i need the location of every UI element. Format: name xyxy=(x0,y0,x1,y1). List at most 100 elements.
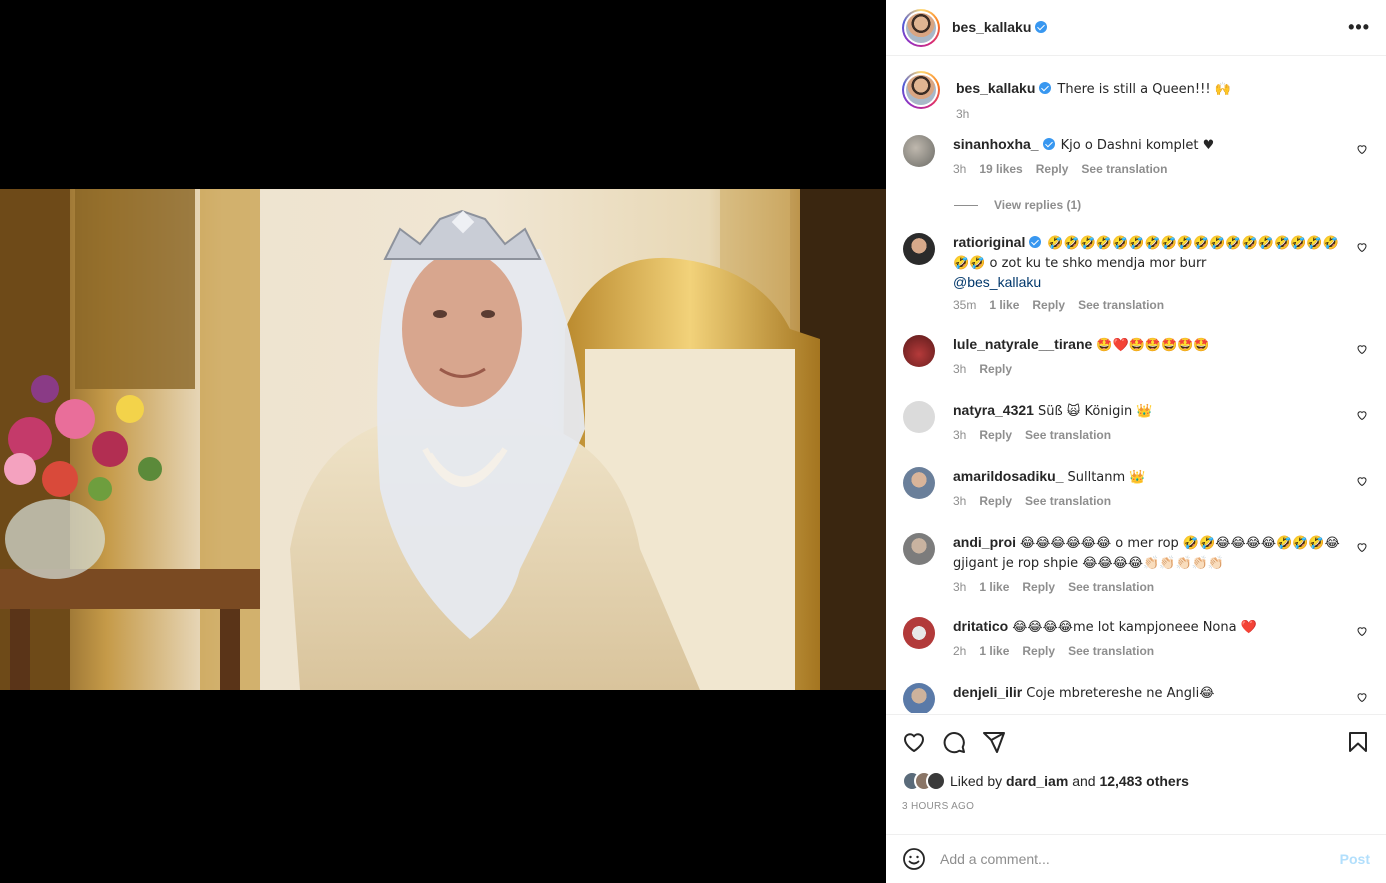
post-viewer: bes_kallaku ••• bes_kallaku There is stil… xyxy=(0,0,1386,883)
comment-text: Kjo o Dashni komplet ♥ xyxy=(1060,138,1215,153)
comment-avatar[interactable] xyxy=(903,683,935,713)
comment-icon[interactable] xyxy=(942,730,966,754)
comment-avatar[interactable] xyxy=(903,533,935,565)
comment-meta: 35m 1 like Reply See translation xyxy=(953,298,1343,312)
caption-avatar[interactable] xyxy=(902,71,940,109)
small-heart-icon[interactable] xyxy=(1356,343,1368,355)
comment-likes[interactable]: 1 like xyxy=(979,644,1009,658)
author-name-wrap: bes_kallaku xyxy=(952,19,1048,37)
liked-by-conj: and xyxy=(1072,773,1096,789)
comment-text-wrap: amarildosadiku_ Sulltanm 👑 xyxy=(953,467,1343,487)
comment-username[interactable]: dritatico xyxy=(953,618,1008,634)
comment-username[interactable]: ratioriginal xyxy=(953,234,1025,250)
comment-time: 3h xyxy=(953,362,967,376)
likes-others[interactable]: 12,483 others xyxy=(1099,773,1189,789)
reply-button[interactable]: Reply xyxy=(979,428,1012,442)
comment-username[interactable]: denjeli_ilir xyxy=(953,684,1022,700)
see-translation-button[interactable]: See translation xyxy=(1068,644,1154,658)
small-heart-icon[interactable] xyxy=(1356,625,1368,637)
comment-text-wrap: denjeli_ilir Coje mbretereshe ne Angli😂 xyxy=(953,683,1343,703)
comment-meta: 3h Reply xyxy=(953,362,1343,376)
see-translation-button[interactable]: See translation xyxy=(1081,162,1167,176)
comment-item: sinanhoxha_ Kjo o Dashni komplet ♥ 3h 19 l… xyxy=(902,135,1370,195)
see-translation-button[interactable]: See translation xyxy=(1025,428,1111,442)
small-heart-icon[interactable] xyxy=(1356,241,1368,253)
comment-likes[interactable]: 1 like xyxy=(979,580,1009,594)
caption-meta: 3h xyxy=(956,107,1346,121)
see-translation-button[interactable]: See translation xyxy=(1025,494,1111,508)
comment-username[interactable]: amarildosadiku_ xyxy=(953,468,1064,484)
comment-item: natyra_4321 Süß 🙀 Königin 👑 3h Reply See tr… xyxy=(902,401,1370,467)
comment-avatar[interactable] xyxy=(903,335,935,367)
first-liker[interactable]: dard_iam xyxy=(1006,773,1068,789)
small-heart-icon[interactable] xyxy=(1356,541,1368,553)
comment-meta: 2h 1 like Reply See translation xyxy=(953,644,1343,658)
view-replies-button[interactable]: View replies (1) xyxy=(954,195,1370,215)
comment-username[interactable]: andi_proi xyxy=(953,534,1016,550)
comment-avatar[interactable] xyxy=(903,617,935,649)
verified-badge-icon xyxy=(1029,236,1042,248)
author-username[interactable]: bes_kallaku xyxy=(952,19,1031,35)
emoji-icon[interactable] xyxy=(902,847,926,871)
comment-username[interactable]: natyra_4321 xyxy=(953,402,1034,418)
comment-text-wrap: natyra_4321 Süß 🙀 Königin 👑 xyxy=(953,401,1343,421)
reply-button[interactable]: Reply xyxy=(979,494,1012,508)
see-translation-button[interactable]: See translation xyxy=(1068,580,1154,594)
small-heart-icon[interactable] xyxy=(1356,409,1368,421)
post-side-panel: bes_kallaku ••• bes_kallaku There is stil… xyxy=(886,0,1386,883)
comments-list[interactable]: bes_kallaku There is still a Queen!!! 🙌 3… xyxy=(886,57,1386,713)
caption-username[interactable]: bes_kallaku xyxy=(956,80,1035,96)
comment-text: Coje mbretereshe ne Angli😂 xyxy=(1026,686,1215,701)
comment-avatar[interactable] xyxy=(903,467,935,499)
see-translation-button[interactable]: See translation xyxy=(1078,298,1164,312)
save-icon[interactable] xyxy=(1346,730,1370,754)
comment-username[interactable]: sinanhoxha_ xyxy=(953,136,1039,152)
caption-time: 3h xyxy=(956,107,970,121)
comment-avatar[interactable] xyxy=(903,135,935,167)
comment-time: 3h xyxy=(953,494,967,508)
comment-likes[interactable]: 1 like xyxy=(989,298,1019,312)
share-icon[interactable] xyxy=(982,730,1006,754)
comment-meta: 3h 19 likes Reply See translation xyxy=(953,162,1343,176)
comment-text: 🤩❤️🤩🤩🤩🤩🤩 xyxy=(1096,338,1210,353)
post-comment-button[interactable]: Post xyxy=(1340,851,1370,867)
comment-avatar[interactable] xyxy=(903,233,935,265)
liked-by-prefix: Liked by xyxy=(950,773,1003,789)
small-heart-icon[interactable] xyxy=(1356,143,1368,155)
reply-button[interactable]: Reply xyxy=(1022,644,1055,658)
comment-item: denjeli_ilir Coje mbretereshe ne Angli😂 xyxy=(902,683,1370,713)
verified-badge-icon xyxy=(1035,20,1048,33)
small-heart-icon[interactable] xyxy=(1356,475,1368,487)
caption-text-wrap: bes_kallaku There is still a Queen!!! 🙌 xyxy=(956,79,1346,99)
view-replies-label: View replies (1) xyxy=(994,198,1082,212)
comment-text-wrap: lule_natyrale__tirane 🤩❤️🤩🤩🤩🤩🤩 xyxy=(953,335,1343,355)
liker-avatars[interactable] xyxy=(902,771,946,791)
comment-likes[interactable]: 19 likes xyxy=(979,162,1022,176)
comment-username[interactable]: lule_natyrale__tirane xyxy=(953,336,1092,352)
more-icon[interactable]: ••• xyxy=(1348,17,1370,38)
post-photo[interactable] xyxy=(0,189,886,690)
small-heart-icon[interactable] xyxy=(1356,691,1368,703)
comment-text: Süß 🙀 Königin 👑 xyxy=(1037,404,1153,419)
post-timestamp[interactable]: 3 HOURS AGO xyxy=(902,801,1370,812)
reply-button[interactable]: Reply xyxy=(1032,298,1065,312)
comment-time: 2h xyxy=(953,644,967,658)
media-pane xyxy=(0,0,886,883)
comment-meta: 3h Reply See translation xyxy=(953,428,1343,442)
comment-mention[interactable]: @bes_kallaku xyxy=(953,274,1041,290)
comment-meta: 3h Reply See translation xyxy=(953,494,1343,508)
comment-input[interactable] xyxy=(940,851,1340,867)
comment-item: amarildosadiku_ Sulltanm 👑 3h Reply See tra… xyxy=(902,467,1370,533)
comment-item: ratioriginal 🤣🤣🤣🤣🤣🤣🤣🤣🤣🤣🤣🤣🤣🤣🤣🤣🤣🤣🤣🤣 o zot k… xyxy=(902,233,1370,335)
post-actions: Liked by dard_iam and 12,483 others 3 HO… xyxy=(886,714,1386,834)
comment-item: andi_proi 😂😂😂😂😂😂 o mer rop 🤣🤣😂😂😂😂🤣🤣🤣😂gjig… xyxy=(902,533,1370,617)
comment-text-wrap: dritatico 😂😂😂😂me lot kampjoneee Nona ❤️ xyxy=(953,617,1343,637)
reply-button[interactable]: Reply xyxy=(1022,580,1055,594)
add-comment-bar: Post xyxy=(886,834,1386,883)
reply-button[interactable]: Reply xyxy=(1036,162,1069,176)
reply-button[interactable]: Reply xyxy=(979,362,1012,376)
heart-icon[interactable] xyxy=(902,730,926,754)
author-avatar[interactable] xyxy=(902,8,940,47)
comment-time: 3h xyxy=(953,428,967,442)
comment-avatar[interactable] xyxy=(903,401,935,433)
